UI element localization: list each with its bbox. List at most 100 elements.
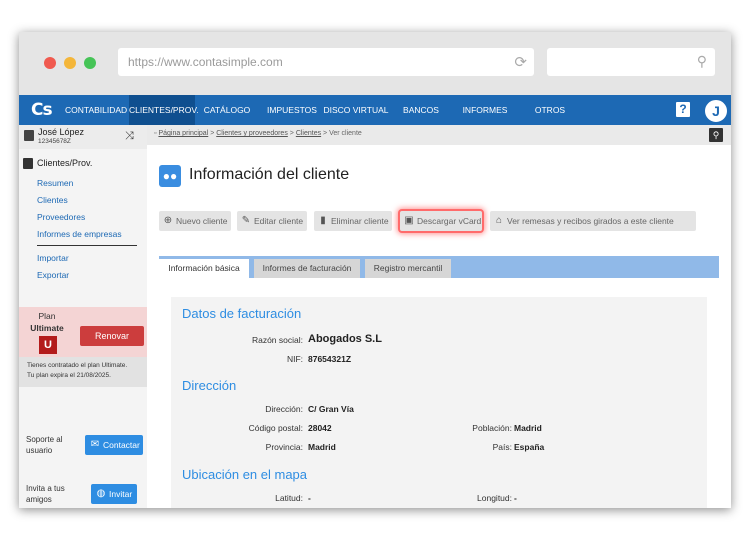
- help-icon[interactable]: ?: [676, 102, 690, 117]
- contacts-icon: [23, 158, 33, 169]
- direccion-label: Dirección:: [265, 404, 303, 414]
- pais-label: País:: [492, 442, 512, 452]
- bank-icon: ⌂: [495, 215, 503, 226]
- breadcrumb-trail: ▫ Página principal > Clientes y proveedo…: [154, 130, 362, 137]
- direccion-value: C/ Gran Vía: [308, 404, 354, 414]
- map-section-title: Ubicación en el mapa: [182, 467, 308, 482]
- client-details-panel: Datos de facturación Razón social: Aboga…: [171, 297, 707, 508]
- view-remittances-button[interactable]: ⌂ Ver remesas y recibos girados a este c…: [490, 211, 696, 231]
- user-box: José López 12345678Z ⤨: [19, 125, 147, 149]
- nav-informes[interactable]: INFORMES: [459, 95, 511, 125]
- codigo-postal-label: Código postal:: [248, 423, 303, 433]
- trash-icon: ▮: [320, 215, 326, 226]
- view-remittances-label: Ver remesas y recibos girados a este cli…: [507, 216, 674, 226]
- provincia-value: Madrid: [308, 442, 336, 452]
- sidebar-item-resumen[interactable]: Resumen: [37, 178, 73, 188]
- renew-button[interactable]: Renovar: [80, 326, 144, 346]
- top-navbar: Cs CONTABILIDAD CLIENTES/PROV. CATÁLOGO …: [19, 95, 731, 125]
- nav-otros[interactable]: OTROS: [531, 95, 569, 125]
- download-vcard-button[interactable]: ▣ Descargar vCard: [400, 211, 482, 231]
- plan-badge-icon: U: [39, 336, 57, 354]
- plus-circle-icon: ⊕: [163, 215, 173, 226]
- pais-value: España: [514, 442, 545, 452]
- user-icon: [24, 130, 34, 141]
- provincia-label: Provincia:: [265, 442, 303, 452]
- sidebar-item-proveedores[interactable]: Proveedores: [37, 212, 85, 222]
- edit-client-button[interactable]: ✎ Editar cliente: [237, 211, 307, 231]
- tab-strip: Información básica Informes de facturaci…: [159, 256, 719, 278]
- switch-account-icon[interactable]: ⤨: [125, 130, 134, 143]
- edit-client-label: Editar cliente: [254, 216, 304, 226]
- sidebar-item-exportar[interactable]: Exportar: [37, 270, 69, 280]
- new-client-label: Nuevo cliente: [176, 216, 228, 226]
- invite-button[interactable]: ◍ Invitar: [91, 484, 137, 504]
- search-icon[interactable]: ⚲: [709, 128, 723, 142]
- tab-informes-facturacion[interactable]: Informes de facturación: [254, 259, 360, 278]
- plan-note-line2: Tu plan expira el 21/08/2025.: [27, 372, 111, 379]
- sidebar-section-title: Clientes/Prov.: [37, 158, 93, 168]
- longitud-label: Longitud:: [477, 493, 512, 503]
- codigo-postal-value: 28042: [308, 423, 332, 433]
- search-icon: ⚲: [696, 53, 707, 69]
- sidebar-item-clientes[interactable]: Clientes: [37, 195, 68, 205]
- breadcrumb-clientes[interactable]: Clientes: [296, 130, 321, 137]
- address-section-title: Dirección: [182, 378, 237, 393]
- clients-icon: ●●: [159, 165, 181, 187]
- tab-informacion-basica[interactable]: Información básica: [159, 259, 249, 278]
- nif-label: NIF:: [286, 354, 303, 364]
- nav-bancos[interactable]: BANCOS: [399, 95, 443, 125]
- nav-disco-virtual[interactable]: DISCO VIRTUAL: [323, 95, 389, 125]
- plan-note: Tienes contratado el plan Ultimate. Tu p…: [19, 357, 147, 387]
- browser-search-input[interactable]: ⚲: [547, 48, 715, 76]
- invite-label-line1: Invita a tus: [26, 484, 65, 493]
- sidebar-item-importar[interactable]: Importar: [37, 253, 69, 263]
- plan-note-line1: Tienes contratado el plan Ultimate.: [27, 362, 128, 369]
- poblacion-label: Población:: [472, 423, 512, 433]
- contact-button[interactable]: ✉ Contactar: [85, 435, 143, 455]
- plan-label: Plan: [38, 311, 56, 321]
- mail-icon: ✉: [90, 439, 100, 450]
- sidebar-item-informes-empresas[interactable]: Informes de empresas: [37, 229, 122, 239]
- user-avatar[interactable]: J: [704, 99, 728, 123]
- delete-client-button[interactable]: ▮ Eliminar cliente: [314, 211, 392, 231]
- invite-button-label: Invitar: [109, 489, 133, 499]
- longitud-value: -: [514, 493, 517, 503]
- breadcrumb-home[interactable]: Página principal: [158, 130, 208, 137]
- nav-clientes-prov[interactable]: CLIENTES/PROV.: [129, 95, 199, 125]
- close-window-button[interactable]: [44, 57, 56, 69]
- download-vcard-label: Descargar vCard: [417, 216, 482, 226]
- user-name: José López: [38, 127, 85, 137]
- nav-impuestos[interactable]: IMPUESTOS: [263, 95, 321, 125]
- app-logo[interactable]: Cs: [31, 100, 53, 120]
- plan-box: Plan Ultimate U Renovar: [19, 307, 147, 357]
- razon-social-label: Razón social:: [251, 335, 303, 345]
- minimize-window-button[interactable]: [64, 57, 76, 69]
- nav-contabilidad[interactable]: CONTABILIDAD: [65, 95, 127, 125]
- breadcrumb: ▫ Página principal > Clientes y proveedo…: [147, 125, 731, 145]
- user-id: 12345678Z: [38, 138, 71, 145]
- breadcrumb-current: Ver cliente: [329, 130, 362, 137]
- contact-button-label: Contactar: [103, 440, 140, 450]
- maximize-window-button[interactable]: [84, 57, 96, 69]
- url-text: https://www.contasimple.com: [128, 55, 283, 69]
- url-bar[interactable]: https://www.contasimple.com ⟳: [118, 48, 534, 76]
- latitud-value: -: [308, 493, 311, 503]
- nif-value: 87654321Z: [308, 354, 352, 364]
- delete-client-label: Eliminar cliente: [331, 216, 389, 226]
- razon-social-value: Abogados S.L: [308, 333, 382, 345]
- vcard-icon: ▣: [404, 215, 414, 226]
- browser-window: https://www.contasimple.com ⟳ ⚲ Cs CONTA…: [19, 32, 731, 508]
- poblacion-value: Madrid: [514, 423, 542, 433]
- support-label-line2: usuario: [26, 446, 53, 455]
- reload-icon[interactable]: ⟳: [514, 53, 527, 71]
- new-client-button[interactable]: ⊕ Nuevo cliente: [159, 211, 231, 231]
- support-label-line1: Soporte al: [26, 435, 63, 444]
- browser-chrome: https://www.contasimple.com ⟳ ⚲: [19, 32, 731, 96]
- sidebar: José López 12345678Z ⤨ Clientes/Prov. Re…: [19, 125, 148, 508]
- pencil-icon: ✎: [241, 215, 251, 226]
- tab-registro-mercantil[interactable]: Registro mercantil: [365, 259, 451, 278]
- page-title: Información del cliente: [189, 166, 350, 183]
- nav-catalogo[interactable]: CATÁLOGO: [201, 95, 253, 125]
- globe-icon: ◍: [96, 488, 106, 499]
- breadcrumb-clientes-proveedores[interactable]: Clientes y proveedores: [216, 130, 288, 137]
